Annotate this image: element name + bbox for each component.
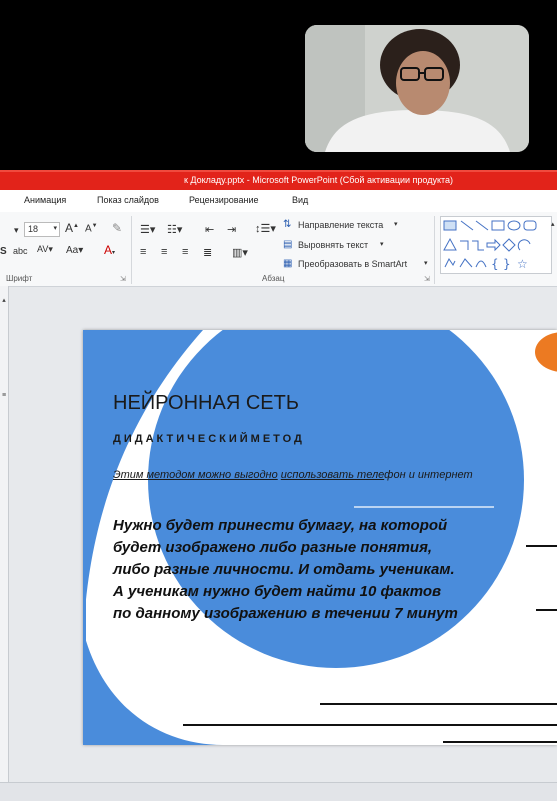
font-dialog-launcher[interactable]: ⇲ [120, 275, 126, 283]
chevron-down-icon: ▾ [380, 241, 384, 248]
slide-subtitle[interactable]: ДИДАКТИЧЕСКИЙМЕТОД [113, 433, 305, 445]
bullets-button[interactable]: ☰▾ [140, 223, 155, 236]
webcam-video [305, 25, 529, 152]
slide-text-part: фон и интернет [384, 469, 473, 481]
font-size-select[interactable]: 18 ▾ [24, 222, 60, 237]
paragraph-dialog-launcher[interactable]: ⇲ [424, 275, 430, 283]
text-direction-icon: ⇅ [283, 219, 292, 230]
slide-title[interactable]: НЕЙРОННАЯ СЕТЬ [113, 392, 299, 415]
char-spacing-button[interactable]: AV▾ [37, 244, 53, 255]
align-text-button[interactable]: Выровнять текст [298, 240, 368, 250]
text-direction-button[interactable]: Направление текста [298, 220, 383, 230]
tab-animation[interactable]: Анимация [24, 195, 66, 205]
font-color-button[interactable]: A▾ [104, 243, 115, 257]
chevron-down-icon: ▾ [394, 221, 398, 228]
font-group-label: Шрифт [6, 274, 33, 283]
font-size-value: 18 [28, 224, 39, 234]
align-left-button[interactable]: ≡ [140, 246, 146, 258]
ribbon-tabs: Анимация Показ слайдов Рецензирование Ви… [0, 190, 557, 212]
justify-button[interactable]: ≣ [203, 246, 212, 259]
shapes-gallery[interactable]: { } ☆ [440, 216, 552, 274]
scroll-thumb[interactable]: ≡ [0, 392, 8, 399]
ribbon-separator [131, 216, 132, 284]
line-spacing-button[interactable]: ↕☰▾ [255, 222, 276, 235]
ribbon-separator [434, 216, 435, 284]
slide-text-line[interactable]: Этим методом можно выгодно использовать … [113, 468, 473, 483]
title-bar: к Докладу.pptx - Microsoft PowerPoint (С… [0, 170, 557, 190]
decrease-indent-button[interactable]: ⇤ [205, 223, 214, 236]
strikethrough-button[interactable]: abc [13, 246, 28, 256]
grow-font-button[interactable]: A▲ [65, 221, 79, 235]
gallery-scroll-up-icon[interactable]: ▴ [551, 220, 555, 228]
paragraph-group-label: Абзац [262, 274, 285, 283]
clear-format-button[interactable]: ✎ [112, 221, 122, 235]
shrink-font-button[interactable]: A▼ [85, 223, 98, 234]
window-title: к Докладу.pptx - Microsoft PowerPoint (С… [183, 175, 454, 185]
chevron-down-icon: ▾ [53, 225, 57, 232]
smartart-icon: ▦ [283, 258, 293, 269]
status-bar [0, 782, 557, 801]
align-text-icon: ▤ [283, 239, 293, 250]
convert-smartart-button[interactable]: Преобразовать в SmartArt [298, 259, 407, 269]
slides-pane-scrollbar[interactable]: ▴ ≡ [0, 286, 9, 800]
svg-text:☆: ☆ [517, 257, 528, 271]
powerpoint-window: к Докладу.pptx - Microsoft PowerPoint (С… [0, 170, 557, 801]
slide-canvas[interactable]: НЕЙРОННАЯ СЕТЬ ДИДАКТИЧЕСКИЙМЕТОД Этим м… [83, 330, 557, 745]
increase-indent-button[interactable]: ⇥ [227, 223, 236, 236]
align-center-button[interactable]: ≡ [161, 246, 167, 258]
slide-text-part: использовать теле [280, 469, 385, 481]
change-case-button[interactable]: Aa▾ [66, 245, 83, 256]
font-dropdown-arrow[interactable]: ▾ [14, 225, 19, 236]
svg-text:{: { [491, 257, 499, 271]
svg-text:}: } [503, 257, 511, 271]
tab-review[interactable]: Рецензирование [189, 195, 259, 205]
scroll-up-icon[interactable]: ▴ [0, 296, 8, 304]
tab-view[interactable]: Вид [292, 195, 308, 205]
slide-text-part: Этим методом можно выгодно [113, 469, 278, 481]
slide-body-text[interactable]: Нужно будет принести бумагу, на которой … [113, 515, 458, 625]
tab-slideshow[interactable]: Показ слайдов [97, 195, 159, 205]
columns-button[interactable]: ▥▾ [232, 246, 248, 259]
shadow-button[interactable]: S [0, 246, 7, 257]
chevron-down-icon: ▾ [424, 260, 428, 267]
ribbon: ▾ 18 ▾ A▲ A▼ ✎ S abc AV▾ Aa▾ A▾ Шрифт ⇲ … [0, 212, 557, 287]
align-right-button[interactable]: ≡ [182, 246, 188, 258]
numbering-button[interactable]: ☷▾ [167, 223, 182, 236]
